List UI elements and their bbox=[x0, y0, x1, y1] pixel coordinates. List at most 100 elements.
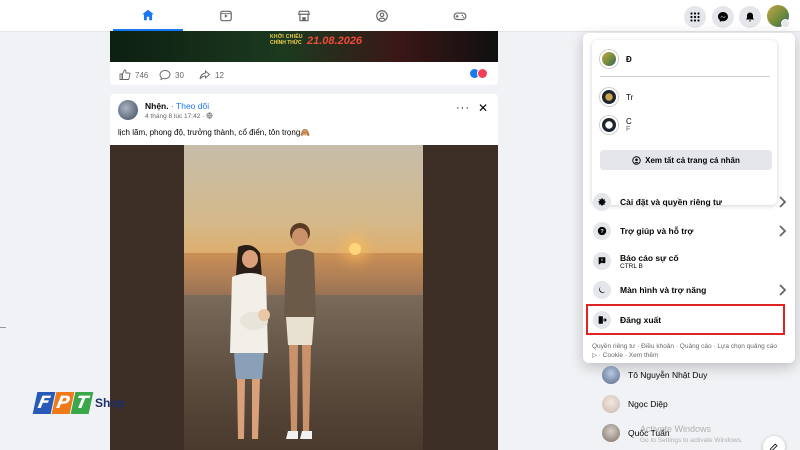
profile-divider bbox=[600, 76, 770, 77]
report-icon bbox=[598, 257, 606, 265]
profile-switcher: Đ Tr C F Xem tất cả trang cá nhân bbox=[592, 40, 777, 205]
gear-icon-wrap bbox=[593, 193, 611, 211]
comment-icon bbox=[159, 70, 171, 81]
profiles-icon bbox=[632, 155, 641, 165]
chevron-right-icon bbox=[779, 225, 787, 237]
svg-text:?: ? bbox=[600, 229, 604, 235]
menu-grid-icon bbox=[690, 12, 700, 22]
groups-icon bbox=[376, 10, 388, 22]
menu-item-label: Cài đặt và quyền riêng tư bbox=[620, 197, 723, 207]
logo-text: Shop bbox=[95, 396, 125, 410]
logout-highlight-box bbox=[586, 304, 785, 335]
contact-avatar bbox=[602, 424, 620, 442]
like-action[interactable]: 746 bbox=[119, 69, 148, 81]
menu-item-label: Báo cáo sự cố bbox=[620, 252, 679, 263]
see-all-profiles-button[interactable]: Xem tất cả trang cá nhân bbox=[600, 150, 772, 170]
feed-post-2: Nhện. · Theo dõi 4 tháng 8 lúc 17:42 · ·… bbox=[110, 94, 498, 450]
post-close-button[interactable]: ✕ bbox=[478, 101, 488, 115]
menu-item-settings[interactable]: Cài đặt và quyền riêng tư bbox=[589, 188, 789, 216]
post-photo-frame[interactable] bbox=[110, 145, 498, 450]
follow-link[interactable]: · Theo dõi bbox=[171, 101, 209, 111]
chevron-right-icon bbox=[779, 196, 787, 208]
photo-woman bbox=[230, 245, 270, 439]
post-caption: lịch lãm, phong độ, trưởng thành, cổ điể… bbox=[118, 128, 311, 137]
contact-avatar bbox=[602, 395, 620, 413]
profile-row-1[interactable]: Đ bbox=[600, 50, 632, 68]
windows-watermark-title: Activate Windows bbox=[640, 424, 712, 434]
notifications-icon bbox=[746, 12, 754, 22]
messenger-button[interactable] bbox=[712, 6, 734, 28]
post-author: Nhện. · Theo dõi bbox=[145, 101, 209, 111]
share-action[interactable]: 12 bbox=[199, 69, 224, 81]
profile-name: C bbox=[626, 117, 632, 126]
post-author-avatar[interactable] bbox=[118, 100, 138, 120]
menu-footer-links[interactable]: Quyền riêng tư · Điều khoản · Quảng cáo … bbox=[592, 342, 782, 360]
reaction-summary[interactable] bbox=[469, 68, 488, 79]
post-banner-image: KHỞI CHIẾU CHÍNH THỨC 21.08.2026 bbox=[110, 31, 498, 62]
home-icon bbox=[142, 9, 154, 20]
comment-count: 30 bbox=[175, 70, 184, 80]
menu-item-label: Màn hình và trợ năng bbox=[620, 285, 707, 295]
post-author-name[interactable]: Nhện. bbox=[145, 101, 169, 111]
profile-name: Tr bbox=[626, 92, 634, 102]
help-icon: ? bbox=[597, 226, 607, 236]
notifications-button[interactable] bbox=[739, 6, 761, 28]
fpt-shop-logo: F P T Shop bbox=[32, 392, 125, 414]
chevron-right-icon bbox=[779, 284, 787, 296]
see-all-label: Xem tất cả trang cá nhân bbox=[645, 155, 740, 165]
feed-post-1: KHỞI CHIẾU CHÍNH THỨC 21.08.2026 746 30 … bbox=[110, 31, 498, 85]
post-timestamp[interactable]: 4 tháng 8 lúc 17:42 · bbox=[145, 113, 206, 120]
love-reaction-icon bbox=[477, 68, 488, 79]
photo-sun bbox=[349, 243, 361, 255]
help-icon-wrap: ? bbox=[593, 222, 611, 240]
marketplace-icon bbox=[298, 10, 310, 22]
profile-subtitle: F bbox=[626, 126, 631, 133]
compose-icon bbox=[770, 443, 778, 450]
menu-item-label: Trợ giúp và hỗ trợ bbox=[620, 226, 694, 236]
menu-item-display[interactable]: Màn hình và trợ năng bbox=[589, 276, 789, 304]
post-photo[interactable] bbox=[184, 145, 423, 450]
menu-grid-button[interactable] bbox=[684, 6, 706, 28]
moon-icon bbox=[599, 286, 606, 293]
gear-icon bbox=[598, 198, 606, 206]
tab-watch[interactable] bbox=[191, 0, 261, 32]
gaming-icon bbox=[453, 12, 467, 21]
contact-item[interactable]: Tô Nguyễn Nhật Duy bbox=[602, 366, 707, 384]
comment-action[interactable]: 30 bbox=[159, 69, 184, 81]
top-navbar bbox=[0, 0, 800, 32]
menu-item-help[interactable]: ? Trợ giúp và hỗ trợ bbox=[589, 217, 789, 245]
tab-home[interactable] bbox=[113, 0, 183, 32]
banner-line2: CHÍNH THỨC bbox=[270, 40, 302, 46]
account-chevron-icon[interactable] bbox=[781, 19, 790, 28]
watch-icon bbox=[220, 10, 232, 22]
profile-row-2[interactable]: Tr bbox=[600, 88, 633, 106]
new-message-button[interactable] bbox=[763, 436, 785, 450]
contact-item[interactable]: Ngọc Diệp bbox=[602, 395, 668, 413]
like-count: 746 bbox=[135, 70, 149, 80]
divider bbox=[0, 327, 6, 328]
tab-groups[interactable] bbox=[347, 0, 417, 32]
menu-item-shortcut: CTRL B bbox=[620, 262, 643, 270]
post-meta: 4 tháng 8 lúc 17:42 · bbox=[145, 112, 213, 120]
photo-man bbox=[284, 223, 316, 439]
globe-icon bbox=[206, 112, 213, 119]
contact-name: Tô Nguyễn Nhật Duy bbox=[628, 370, 708, 380]
moon-icon-wrap bbox=[593, 281, 611, 299]
banner-date: 21.08.2026 bbox=[307, 35, 363, 47]
profile-avatar bbox=[600, 88, 618, 106]
menu-item-report[interactable]: Báo cáo sự cố CTRL B bbox=[589, 247, 789, 275]
logo-letter-t: T bbox=[70, 392, 94, 414]
post-more-button[interactable]: ··· bbox=[456, 102, 470, 114]
profile-avatar bbox=[600, 50, 618, 68]
like-icon bbox=[119, 69, 131, 80]
share-icon bbox=[199, 70, 211, 80]
tab-marketplace[interactable] bbox=[269, 0, 339, 32]
profile-name: Đ bbox=[626, 54, 632, 64]
tab-gaming[interactable] bbox=[425, 0, 495, 32]
messenger-icon bbox=[718, 12, 728, 22]
windows-watermark-subtitle: Go to Settings to activate Windows. bbox=[640, 437, 743, 444]
profile-avatar bbox=[600, 116, 618, 134]
share-count: 12 bbox=[215, 70, 224, 80]
profile-row-3[interactable]: C F bbox=[600, 116, 632, 134]
report-icon-wrap bbox=[593, 252, 611, 270]
